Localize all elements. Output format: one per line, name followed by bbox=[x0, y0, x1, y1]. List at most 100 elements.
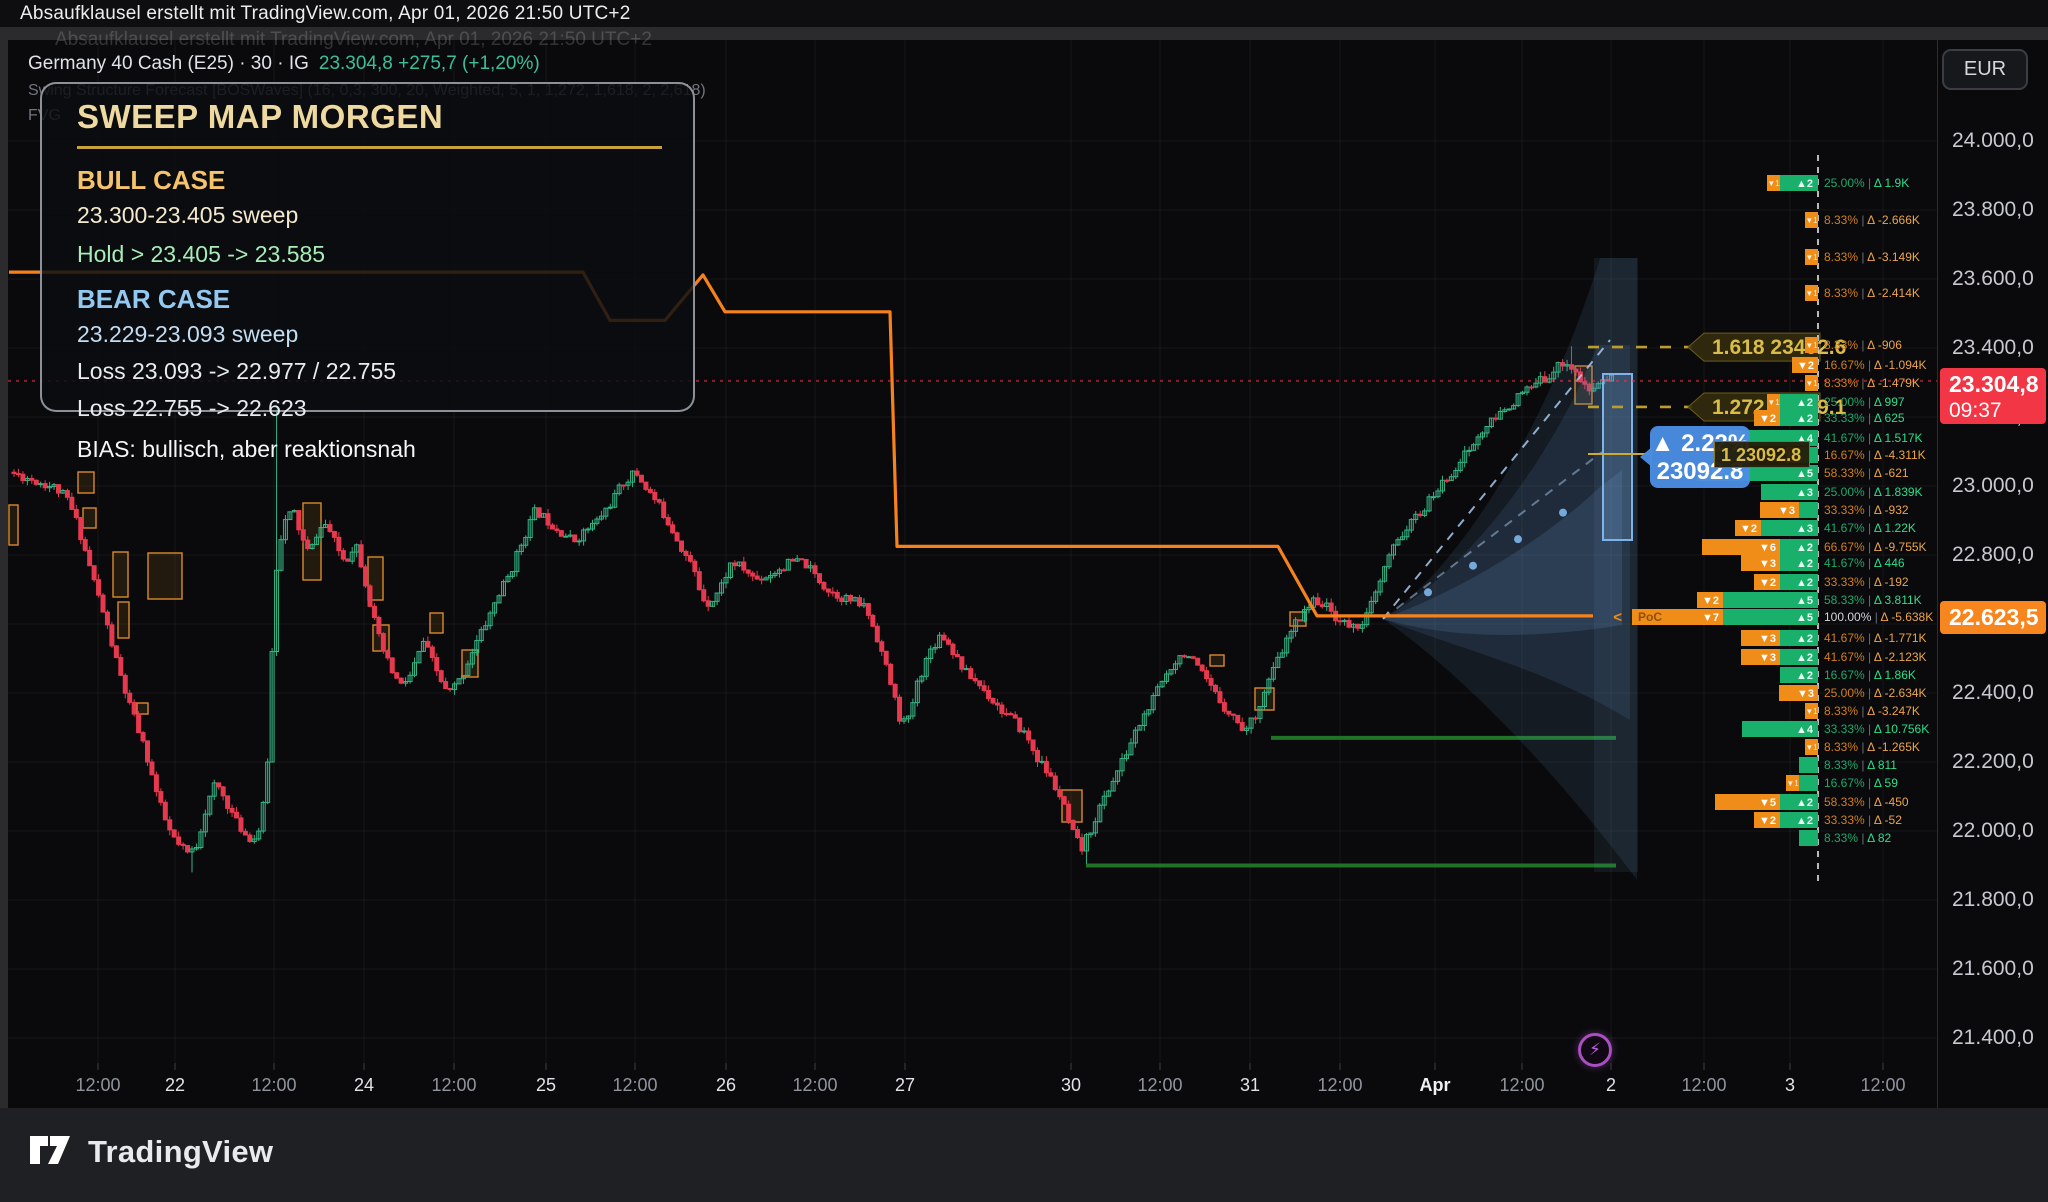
time-label: 24 bbox=[354, 1075, 374, 1096]
candle-body bbox=[1098, 805, 1102, 822]
candle-body bbox=[786, 559, 790, 570]
candle-body bbox=[1454, 471, 1458, 477]
price-label: 22.400,0 bbox=[1952, 681, 2034, 705]
time-label: 27 bbox=[895, 1075, 915, 1096]
candle-body bbox=[355, 545, 359, 552]
brand-name: TradingView bbox=[88, 1134, 273, 1170]
candle-body bbox=[720, 583, 724, 593]
candle-body bbox=[800, 559, 804, 560]
time-label: 12:00 bbox=[431, 1075, 476, 1096]
price-axis[interactable]: 23.304,8 09:37 22.623,5 24.000,023.800,0… bbox=[1937, 40, 2048, 1108]
price-label: 21.600,0 bbox=[1952, 957, 2034, 981]
candle-body bbox=[951, 644, 955, 654]
candle-body bbox=[942, 635, 946, 640]
candle-body bbox=[1409, 520, 1413, 531]
candle-body bbox=[1067, 804, 1071, 820]
candle-body bbox=[1200, 665, 1204, 671]
candle-body bbox=[1093, 822, 1097, 833]
candle-body bbox=[1449, 477, 1453, 481]
candle-body bbox=[760, 579, 764, 580]
candle-body bbox=[693, 561, 697, 571]
flash-boost-icon[interactable]: ⚡ bbox=[1578, 1033, 1612, 1067]
candle-body bbox=[1205, 671, 1209, 679]
price-label: 24.000,0 bbox=[1952, 129, 2034, 153]
svg-text:▼2: ▼2 bbox=[1759, 815, 1776, 827]
candle-body bbox=[742, 562, 746, 570]
time-label: 12:00 bbox=[1137, 1075, 1182, 1096]
candle-body bbox=[190, 849, 194, 852]
svg-text:▲5: ▲5 bbox=[1796, 612, 1813, 624]
svg-text:▼2: ▼2 bbox=[1740, 523, 1757, 535]
candle-body bbox=[386, 651, 390, 658]
time-axis[interactable]: 12:002212:002412:002512:002612:00273012:… bbox=[0, 1063, 2048, 1108]
svg-text:PoC: PoC bbox=[1638, 610, 1662, 624]
candle-body bbox=[902, 719, 906, 721]
price-label: 22.800,0 bbox=[1952, 543, 2034, 567]
svg-text:33.33% | Δ 10.756K: 33.33% | Δ 10.756K bbox=[1824, 722, 1929, 736]
sweep-map-note-panel: SWEEP MAP MORGEN BULL CASE 23.300-23.405… bbox=[40, 82, 695, 412]
candle-body bbox=[1392, 545, 1396, 555]
candle-body bbox=[582, 530, 586, 541]
candle-body bbox=[239, 818, 243, 831]
fvg-box bbox=[148, 553, 182, 599]
candle-body bbox=[1525, 387, 1529, 392]
svg-text:58.33% | Δ 3.811K: 58.33% | Δ 3.811K bbox=[1824, 593, 1922, 607]
candle-body bbox=[1445, 480, 1449, 481]
svg-text:8.33% | Δ 811: 8.33% | Δ 811 bbox=[1824, 758, 1897, 772]
candle-body bbox=[724, 577, 728, 582]
bar-countdown: 09:37 bbox=[1949, 399, 2046, 423]
candle-body bbox=[466, 664, 470, 675]
candle-body bbox=[1485, 426, 1489, 433]
time-label: 12:00 bbox=[1860, 1075, 1905, 1096]
forecast-dot bbox=[1424, 588, 1432, 596]
candle-body bbox=[12, 472, 16, 473]
currency-button[interactable]: EUR bbox=[1942, 49, 2028, 90]
time-label: Apr bbox=[1420, 1075, 1451, 1096]
candle-body bbox=[777, 570, 781, 574]
svg-text:▼1: ▼1 bbox=[1805, 253, 1818, 262]
candle-body bbox=[1360, 625, 1364, 629]
candle-body bbox=[915, 681, 919, 703]
candle-body bbox=[297, 511, 301, 530]
candle-body bbox=[1351, 624, 1355, 627]
tradingview-snapshot: Absaufklausel erstellt mit TradingView.c… bbox=[0, 0, 2048, 1202]
candle-body bbox=[755, 576, 759, 579]
bear-case-heading: BEAR CASE bbox=[77, 284, 693, 315]
candle-body bbox=[92, 566, 96, 580]
svg-text:25.00% | Δ 1.9K: 25.00% | Δ 1.9K bbox=[1824, 176, 1909, 190]
svg-text:33.33% | Δ -932: 33.33% | Δ -932 bbox=[1824, 503, 1909, 517]
candle-body bbox=[1316, 598, 1320, 605]
svg-text:▼3: ▼3 bbox=[1759, 652, 1776, 664]
time-label: 12:00 bbox=[1317, 1075, 1362, 1096]
fvg-box bbox=[118, 602, 129, 638]
candle-body bbox=[1276, 657, 1280, 667]
price-label: 23.400,0 bbox=[1952, 336, 2034, 360]
candle-body bbox=[1071, 820, 1075, 829]
last-price-badge: 23.304,8 09:37 bbox=[1940, 368, 2046, 424]
candle-body bbox=[1231, 714, 1235, 715]
candle-body bbox=[252, 839, 256, 842]
candle-body bbox=[488, 613, 492, 626]
candle-body bbox=[849, 595, 853, 600]
candle-body bbox=[680, 541, 684, 551]
svg-text:<: < bbox=[1613, 609, 1622, 626]
candle-body bbox=[711, 601, 715, 606]
candle-body bbox=[34, 480, 38, 484]
candle-body bbox=[306, 540, 310, 548]
candle-body bbox=[1280, 653, 1284, 657]
svg-text:▲4: ▲4 bbox=[1796, 724, 1814, 736]
candle-body bbox=[773, 573, 777, 575]
symbol-title[interactable]: Germany 40 Cash (E25) · 30 · IG23.304,8 … bbox=[28, 54, 706, 73]
candle-body bbox=[1440, 480, 1444, 491]
candle-body bbox=[404, 682, 408, 684]
candle-body bbox=[671, 525, 675, 533]
svg-text:▲2: ▲2 bbox=[1796, 397, 1813, 409]
candle-body bbox=[906, 716, 910, 719]
symbol-text: Germany 40 Cash (E25) · 30 · IG bbox=[28, 53, 309, 74]
profile-bar-up bbox=[1799, 502, 1818, 518]
svg-text:▼2: ▼2 bbox=[1797, 360, 1814, 372]
candle-body bbox=[435, 658, 439, 671]
candle-body bbox=[1222, 703, 1226, 712]
candle-body bbox=[154, 775, 158, 792]
tradingview-brand[interactable]: TradingView bbox=[30, 1132, 273, 1172]
